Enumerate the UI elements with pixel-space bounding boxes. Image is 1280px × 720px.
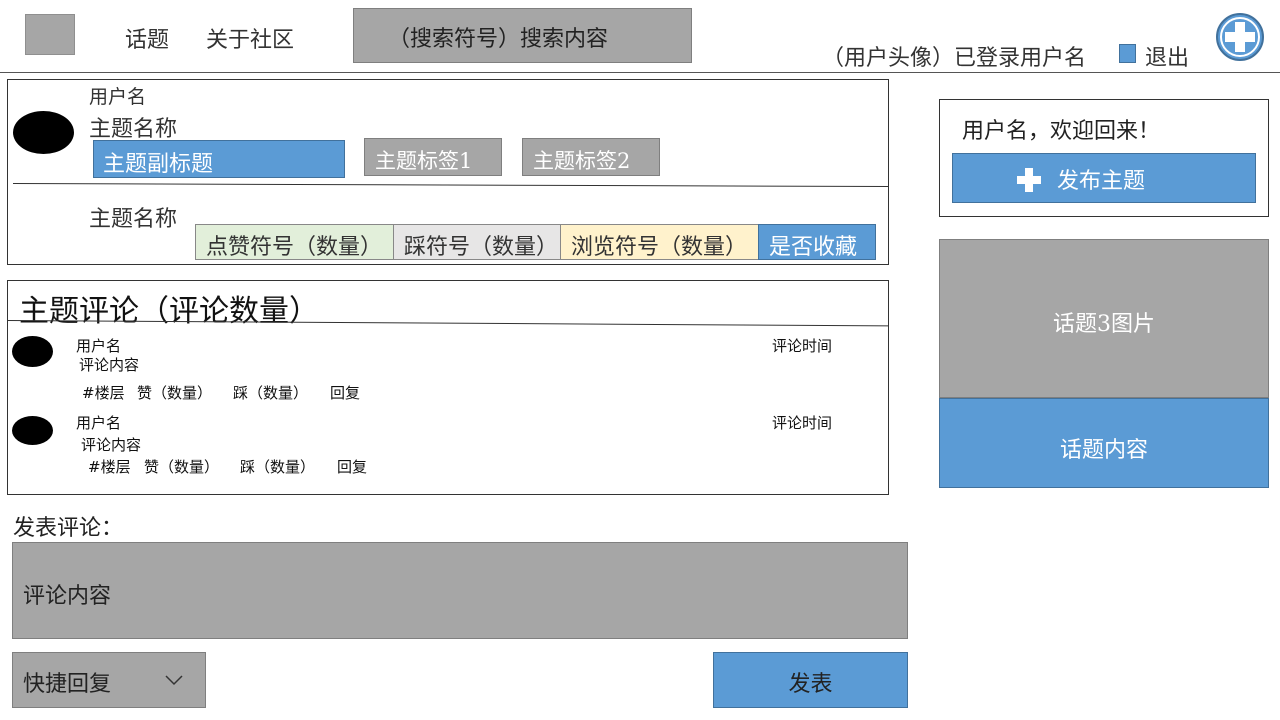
topic-tag-2[interactable]: 主题标签2 xyxy=(522,138,660,176)
topic-image[interactable]: 话题3图片 xyxy=(939,239,1269,398)
comment-username[interactable]: 用户名 xyxy=(76,412,121,433)
dislike-stat[interactable]: 踩符号（数量） xyxy=(393,224,561,260)
topic-name-secondary: 主题名称 xyxy=(89,207,178,232)
topic-subtitle: 主题副标题 xyxy=(93,140,345,178)
favorite-toggle[interactable]: 是否收藏 xyxy=(758,224,876,260)
comment-like[interactable]: 赞（数量） xyxy=(137,382,212,403)
comment-time: 评论时间 xyxy=(772,414,833,432)
avatar[interactable] xyxy=(12,416,53,445)
comment-floor: #楼层 xyxy=(88,458,131,476)
topic-tag-1[interactable]: 主题标签1 xyxy=(364,138,502,176)
avatar[interactable] xyxy=(12,336,53,367)
search-input[interactable]: （搜索符号）搜索内容 xyxy=(353,8,692,63)
new-topic-button[interactable]: 发布主题 xyxy=(952,153,1256,203)
comment-title: 主题评论（评论数量） xyxy=(19,294,319,329)
publish-button[interactable]: 发表 xyxy=(713,652,908,708)
comment-username[interactable]: 用户名 xyxy=(76,335,121,356)
topic-name: 主题名称 xyxy=(89,117,178,142)
comment-floor: #楼层 xyxy=(82,384,125,402)
comment-reply[interactable]: 回复 xyxy=(337,456,367,477)
avatar[interactable] xyxy=(13,111,74,154)
quick-reply-label: 快捷回复 xyxy=(23,672,112,697)
nav-about[interactable]: 关于社区 xyxy=(206,22,294,54)
logout-icon[interactable] xyxy=(1119,44,1136,63)
logout-button[interactable]: 退出 xyxy=(1145,40,1189,72)
user-info[interactable]: （用户头像）已登录用户名 xyxy=(822,40,1086,72)
post-comment-label: 发表评论： xyxy=(13,516,124,541)
quick-reply-dropdown[interactable]: 快捷回复 xyxy=(12,652,206,708)
plus-icon xyxy=(1017,168,1041,192)
comment-time: 评论时间 xyxy=(772,337,833,355)
comment-dislike[interactable]: 踩（数量） xyxy=(233,382,308,403)
nav-topics[interactable]: 话题 xyxy=(125,22,169,54)
comment-input[interactable]: 评论内容 xyxy=(12,542,908,639)
plus-circle-icon[interactable] xyxy=(1215,12,1265,62)
view-stat: 浏览符号（数量） xyxy=(560,224,759,260)
chevron-down-icon xyxy=(165,675,183,686)
comment-content: 评论内容 xyxy=(79,356,140,374)
welcome-message: 用户名，欢迎回来！ xyxy=(962,119,1161,144)
topic-username[interactable]: 用户名 xyxy=(89,82,146,109)
comment-dislike[interactable]: 踩（数量） xyxy=(240,456,315,477)
comment-reply[interactable]: 回复 xyxy=(330,382,360,403)
comment-like[interactable]: 赞（数量） xyxy=(144,456,219,477)
header-divider xyxy=(0,72,1280,73)
comment-content: 评论内容 xyxy=(81,436,142,454)
like-stat[interactable]: 点赞符号（数量） xyxy=(195,224,394,260)
topic-content[interactable]: 话题内容 xyxy=(939,398,1269,488)
logo[interactable] xyxy=(25,14,75,55)
